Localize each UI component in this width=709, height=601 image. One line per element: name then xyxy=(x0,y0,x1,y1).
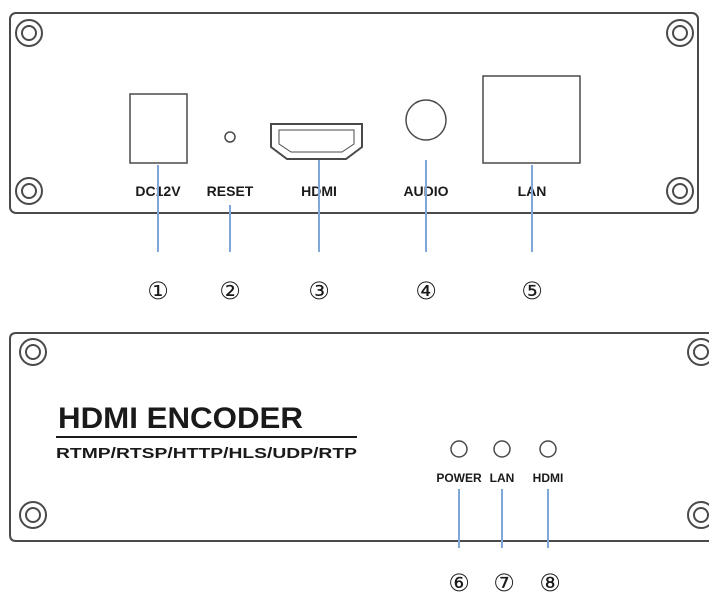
callout-3: ③ xyxy=(308,277,330,305)
callout-7: ⑦ xyxy=(493,569,515,597)
callout-6: ⑥ xyxy=(448,569,470,597)
callout-2: ② xyxy=(219,277,241,305)
front-leader-lines xyxy=(458,489,549,548)
callout-5: ⑤ xyxy=(521,277,543,305)
audio-jack xyxy=(405,99,447,141)
led-label-lan: LAN xyxy=(490,471,515,485)
power-led xyxy=(450,440,468,458)
device-title: HDMI ENCODER xyxy=(58,402,303,435)
reset-pinhole xyxy=(224,131,236,143)
screw-icon xyxy=(687,338,709,366)
lan-port xyxy=(482,75,581,164)
encoder-panels-diagram: DC12V RESET HDMI AUDIO LAN ① ② ③ ④ ⑤ HDM… xyxy=(9,12,709,597)
led-label-power: POWER xyxy=(436,471,482,485)
lan-led xyxy=(493,440,511,458)
callout-4: ④ xyxy=(415,277,437,305)
rear-panel-outline xyxy=(9,12,699,214)
screw-icon xyxy=(19,338,47,366)
screw-icon xyxy=(687,501,709,529)
led-label-hdmi: HDMI xyxy=(533,471,564,485)
screw-icon xyxy=(19,501,47,529)
front-panel: HDMI ENCODER RTMP/RTSP/HTTP/HLS/UDP/RTP … xyxy=(9,332,709,542)
port-label-reset: RESET xyxy=(207,183,254,199)
rear-panel: DC12V RESET HDMI AUDIO LAN xyxy=(9,12,699,214)
hdmi-led xyxy=(539,440,557,458)
dc-power-port xyxy=(129,93,188,164)
callout-8: ⑧ xyxy=(539,569,561,597)
callout-1: ① xyxy=(147,277,169,305)
hdmi-port xyxy=(270,123,363,160)
protocol-list: RTMP/RTSP/HTTP/HLS/UDP/RTP xyxy=(56,445,357,462)
